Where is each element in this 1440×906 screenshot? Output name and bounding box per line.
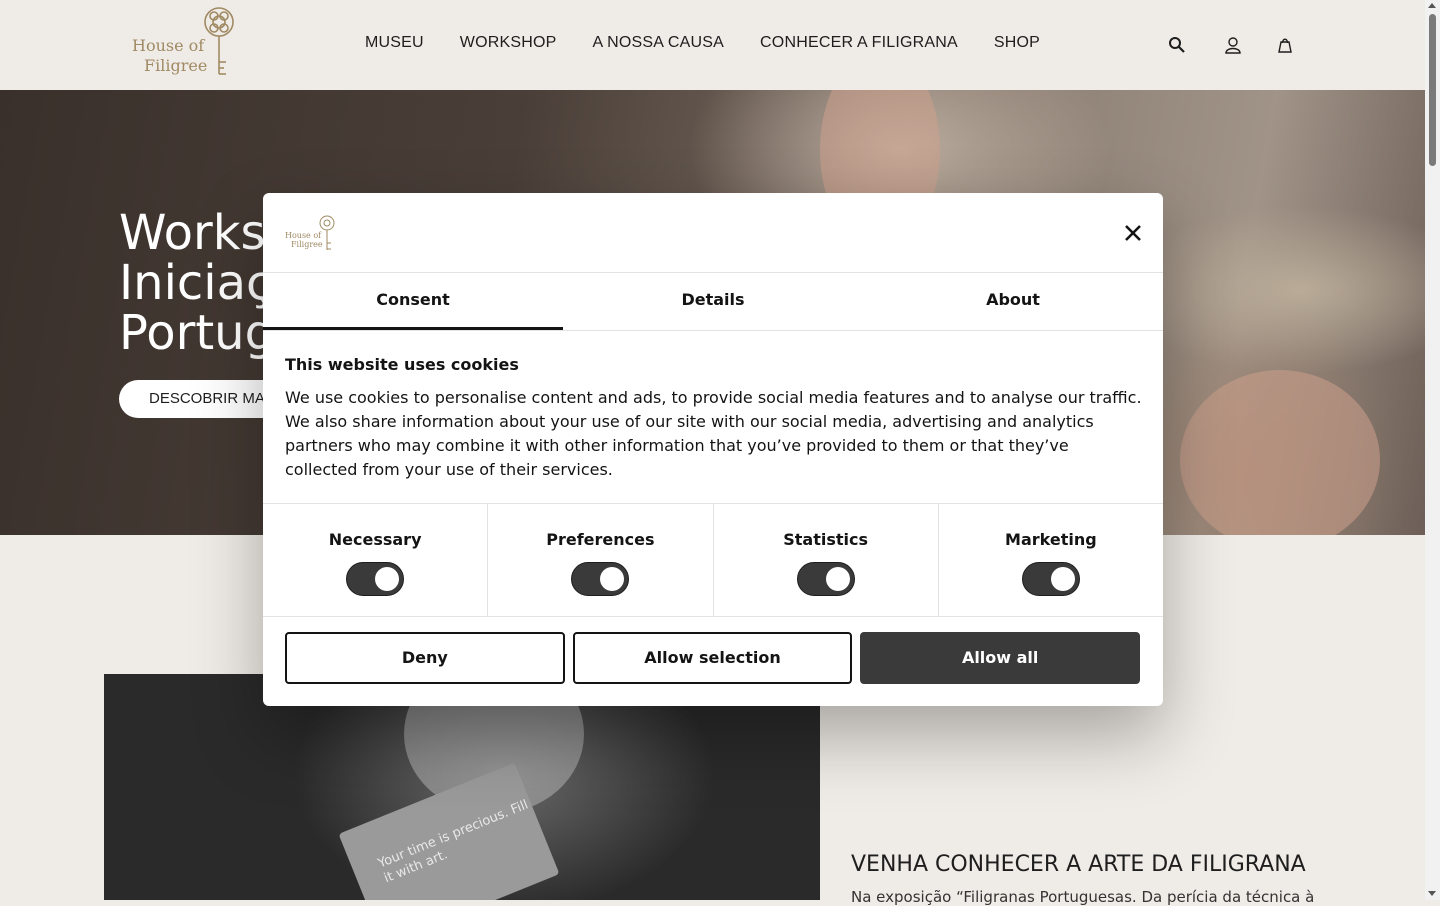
consent-title: This website uses cookies <box>285 355 519 374</box>
cookie-consent-dialog: House of Filigree Consent Details About … <box>263 193 1163 706</box>
bag-icon[interactable] <box>1276 36 1294 54</box>
dialog-header: House of Filigree <box>263 193 1163 273</box>
scroll-up-arrow-icon[interactable] <box>1428 3 1436 8</box>
search-icon[interactable] <box>1168 36 1186 54</box>
toggle-label: Necessary <box>328 530 422 549</box>
account-icon[interactable] <box>1224 36 1242 54</box>
section-title: VENHA CONHECER A ARTE DA FILIGRANA <box>851 852 1306 877</box>
toggle-group-statistics: Statistics <box>714 504 939 616</box>
nav-item-conhecer-a-filigrana[interactable]: CONHECER A FILIGRANA <box>760 34 958 52</box>
hero-hand-image-2 <box>1180 370 1380 535</box>
brand-name-line1: House of <box>132 36 205 55</box>
site-header: House of Filigree MUSEU WORKSHOP A NOSSA… <box>0 0 1425 90</box>
dialog-brand-line2: Filigree <box>291 240 323 249</box>
scrollbar-thumb[interactable] <box>1429 14 1436 166</box>
brand-name-line2: Filigree <box>144 56 208 75</box>
dialog-brand-logo: House of Filigree <box>285 215 340 251</box>
dialog-tabs: Consent Details About <box>263 273 1163 331</box>
nav-item-museu[interactable]: MUSEU <box>365 34 424 52</box>
section-text: Na exposição “Filigranas Portuguesas. Da… <box>851 888 1315 906</box>
preferences-toggle[interactable] <box>571 562 630 596</box>
nav-item-a-nossa-causa[interactable]: A NOSSA CAUSA <box>593 34 725 52</box>
voucher-card-text: Your time is precious. Fill it with art. <box>376 797 531 887</box>
allow-selection-button[interactable]: Allow selection <box>572 632 853 684</box>
necessary-toggle[interactable] <box>346 562 405 596</box>
page-scrollbar[interactable] <box>1425 0 1440 900</box>
nav-item-shop[interactable]: SHOP <box>994 34 1040 52</box>
consent-actions: Deny Allow selection Allow all <box>285 632 1141 684</box>
tab-details[interactable]: Details <box>563 273 863 330</box>
voucher-photo: Your time is precious. Fill it with art. <box>104 674 820 900</box>
toggle-group-preferences: Preferences <box>488 504 714 616</box>
close-icon[interactable] <box>1121 221 1145 245</box>
deny-button[interactable]: Deny <box>285 632 565 684</box>
allow-all-button[interactable]: Allow all <box>860 632 1141 684</box>
tab-consent[interactable]: Consent <box>263 273 563 330</box>
nav-item-workshop[interactable]: WORKSHOP <box>460 34 557 52</box>
consent-body: This website uses cookies We use cookies… <box>285 355 1145 482</box>
toggle-group-necessary: Necessary <box>263 504 489 616</box>
marketing-toggle[interactable] <box>1021 562 1080 596</box>
scroll-down-arrow-icon[interactable] <box>1428 891 1436 896</box>
dialog-brand-line1: House of <box>285 231 322 240</box>
main-nav: MUSEU WORKSHOP A NOSSA CAUSA CONHECER A … <box>365 34 1040 52</box>
cookie-category-toggles: Necessary Preferences Statistics Marketi… <box>263 503 1163 617</box>
key-logo-icon <box>204 7 234 75</box>
brand-logo[interactable]: House of Filigree <box>132 6 242 78</box>
statistics-toggle[interactable] <box>796 562 855 596</box>
toggle-group-marketing: Marketing <box>939 504 1163 616</box>
toggle-label: Statistics <box>783 530 868 549</box>
tab-about[interactable]: About <box>863 273 1163 330</box>
toggle-label: Preferences <box>546 530 655 549</box>
consent-text: We use cookies to personalise content an… <box>285 388 1142 479</box>
key-logo-icon <box>319 215 335 250</box>
toggle-label: Marketing <box>1005 530 1097 549</box>
